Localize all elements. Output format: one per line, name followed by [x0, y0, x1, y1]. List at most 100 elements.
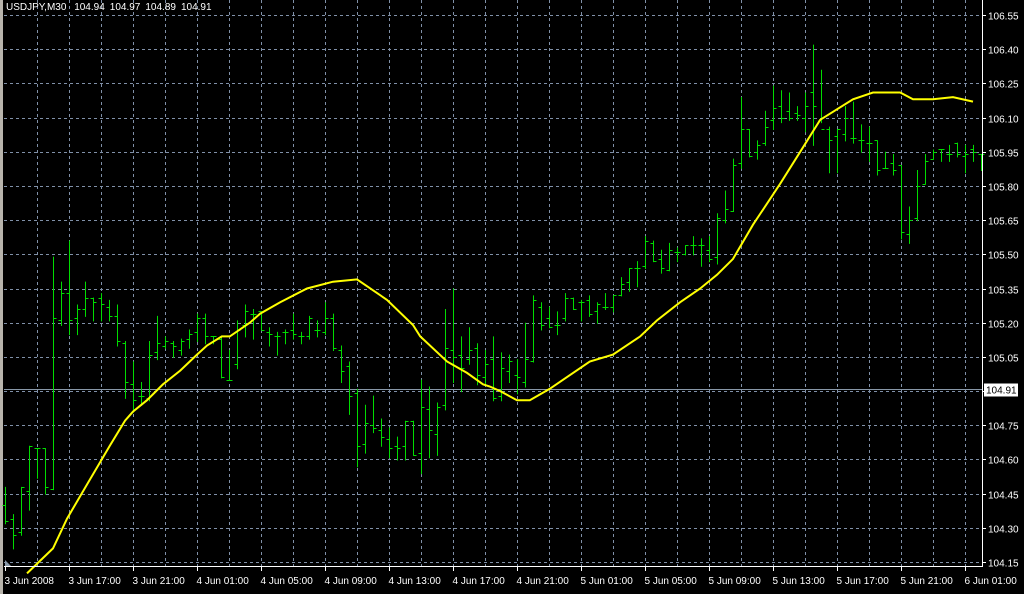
price-tick-label: 104.45 — [988, 491, 1019, 502]
time-tick-label: 3 Jun 21:00 — [133, 576, 186, 587]
ohlc-bar — [306, 315, 313, 340]
ohlc-bar — [730, 158, 737, 213]
ohlc-bar — [562, 293, 569, 322]
ohlc-bar — [906, 206, 913, 244]
ohlc-bar — [266, 327, 273, 347]
ohlc-bar — [178, 338, 185, 356]
ohlc-bar — [218, 336, 225, 379]
ohlc-bar — [570, 297, 577, 311]
time-tick-label: 5 Jun 17:00 — [837, 576, 890, 587]
ohlc-bar — [410, 420, 417, 456]
ohlc-bar — [546, 306, 553, 329]
grid — [4, 0, 982, 566]
ohlc-bar — [130, 361, 137, 413]
ohlc-bar — [842, 106, 849, 142]
ohlc-bar — [370, 395, 377, 434]
price-tick-label: 106.55 — [988, 12, 1019, 23]
ohlc-bar — [538, 302, 545, 331]
ohlc-bar — [522, 322, 529, 388]
ohlc-bar — [634, 261, 641, 288]
ohlc-bar — [882, 151, 889, 169]
price-tick-label: 104.60 — [988, 456, 1019, 467]
ohlc-bar — [114, 304, 121, 347]
price-tick-label: 104.30 — [988, 525, 1019, 536]
time-tick-label: 5 Jun 05:00 — [645, 576, 698, 587]
ohlc-bar — [34, 448, 41, 479]
price-tick-label: 106.10 — [988, 115, 1019, 126]
time-tick-label: 4 Jun 21:00 — [517, 576, 570, 587]
ohlc-bar — [794, 106, 801, 121]
ohlc-bar — [770, 85, 777, 130]
ohlc-bar — [202, 313, 209, 345]
axes — [4, 0, 983, 567]
ohlc-bar — [122, 340, 129, 399]
ohlc-bar — [954, 142, 961, 158]
ohlc-bar — [50, 256, 57, 491]
ohlc-bar — [530, 295, 537, 363]
ohlc-bar — [738, 97, 745, 169]
ohlc-bar — [786, 92, 793, 121]
ohlc-bar — [482, 350, 489, 386]
ohlc-bar — [402, 420, 409, 461]
ohlc-bar — [922, 154, 929, 185]
price-tick-label: 105.35 — [988, 286, 1019, 297]
ohlc-bar — [338, 345, 345, 383]
ohlc-bar — [722, 190, 729, 224]
ohlc-bar — [290, 313, 297, 340]
ohlc-bar — [938, 149, 945, 162]
ohlc-bar — [434, 402, 441, 456]
price-tick-label: 106.25 — [988, 80, 1019, 91]
ohlc-bar — [586, 295, 593, 317]
time-tick-label: 5 Jun 01:00 — [581, 576, 634, 587]
ohlc-bar — [666, 242, 673, 272]
time-tick-label: 5 Jun 13:00 — [773, 576, 826, 587]
ohlc-bar — [346, 361, 353, 415]
ohlc-bar — [914, 169, 921, 222]
price-tick-label: 105.80 — [988, 183, 1019, 194]
ohlc-bar — [42, 448, 49, 495]
ohlc-bar — [682, 245, 689, 256]
ohlc-bar — [162, 336, 169, 349]
time-tick-label: 6 Jun 01:00 — [965, 576, 1018, 587]
open-price: 104.94 — [74, 2, 105, 13]
ohlc-bar — [106, 299, 113, 322]
ohlc-bar — [450, 288, 457, 383]
time-tick-label: 5 Jun 21:00 — [901, 576, 954, 587]
close-price: 104.91 — [180, 2, 212, 13]
ohlc-bar — [234, 320, 241, 370]
time-tick-label: 4 Jun 13:00 — [389, 576, 442, 587]
ohlc-bar — [362, 404, 369, 454]
ohlc-bar — [554, 311, 561, 336]
time-tick-label: 4 Jun 05:00 — [261, 576, 314, 587]
ohlc-bar — [298, 331, 305, 345]
ohlc-bar — [322, 302, 329, 336]
ohlc-bar — [642, 236, 649, 270]
time-tick-label: 3 Jun 17:00 — [69, 576, 122, 587]
ohlc-bar — [82, 281, 89, 317]
ohlc-bar — [26, 445, 33, 511]
ohlc-bar — [626, 268, 633, 292]
ohlc-bar — [354, 388, 361, 468]
high-price: 104.97 — [109, 2, 141, 13]
ohlc-bar — [698, 238, 705, 267]
moving-average-line — [26, 91, 974, 575]
time-tick-label: 3 Jun 2008 — [5, 576, 55, 587]
ohlc-bar — [826, 126, 833, 174]
price-tick-label: 106.40 — [988, 46, 1019, 57]
price-tick-label: 104.75 — [988, 422, 1019, 433]
ohlc-bar — [242, 304, 249, 338]
ohlc-bar — [506, 354, 513, 383]
chart-window[interactable]: 106.55 106.40 106.25 106.10 105.95 105.80 105.… — [0, 0, 1024, 594]
ohlc-bar — [962, 144, 969, 174]
ohlc-bar — [98, 293, 105, 322]
bid-price-text: 104.91 — [986, 386, 1017, 397]
ohlc-bar — [850, 101, 857, 144]
ohlc-bar — [746, 128, 753, 158]
ohlc-bar — [858, 124, 865, 153]
ohlc-bar — [386, 427, 393, 459]
price-chart[interactable]: 106.55 106.40 106.25 106.10 105.95 105.80 105.… — [0, 0, 1024, 594]
price-tick-label: 105.05 — [988, 354, 1019, 365]
ohlc-bar — [762, 110, 769, 146]
time-axis: 3 Jun 2008 3 Jun 17:00 3 Jun 21:00 4 Jun 01… — [5, 566, 1018, 587]
ohlc-bar — [658, 249, 665, 274]
